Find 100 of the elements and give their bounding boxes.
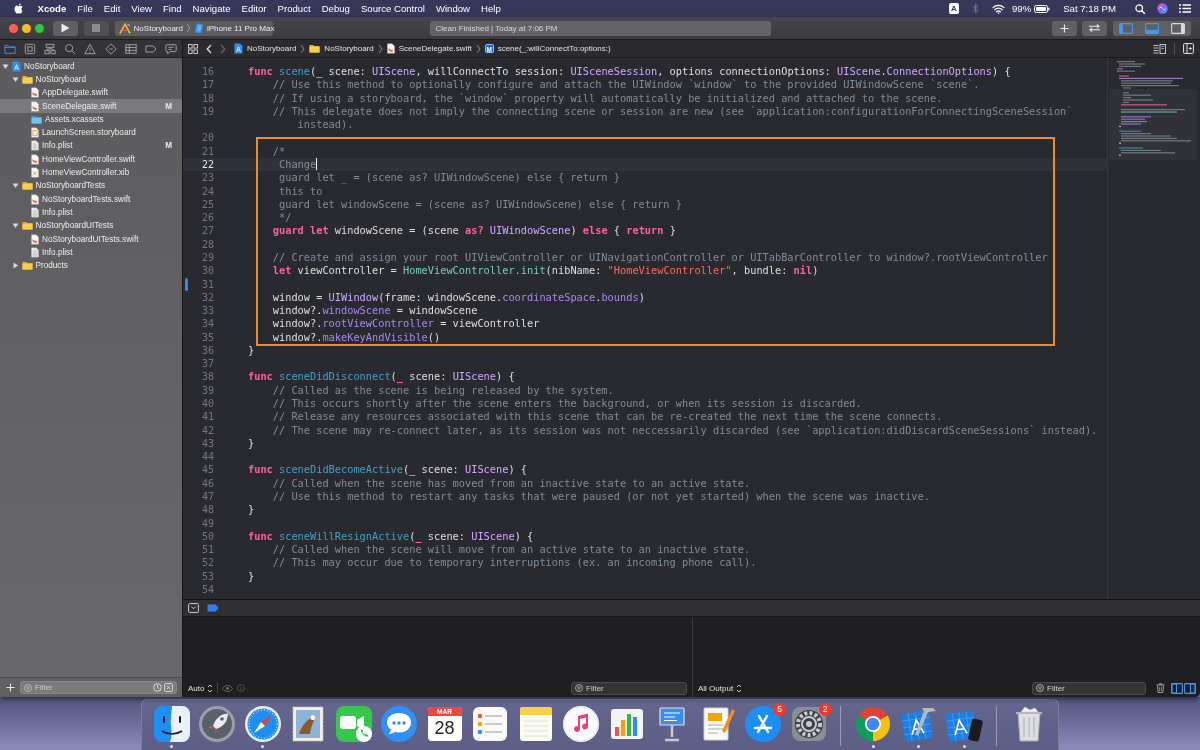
filter-icon: [1036, 684, 1044, 692]
zoom-button[interactable]: [34, 23, 44, 33]
video-camera-icon[interactable]: [334, 705, 373, 743]
filter-input[interactable]: Filter: [1047, 682, 1142, 694]
wifi-icon[interactable]: [992, 3, 1005, 14]
scheme-button[interactable]: NoStoryboard: [118, 22, 183, 34]
code-line: this to: [278, 184, 323, 197]
speech-bubble-icon[interactable]: [380, 705, 418, 743]
navigator-item[interactable]: NoStoryboardTests.swift: [0, 192, 182, 206]
library-button[interactable]: [1052, 20, 1077, 36]
apple-icon[interactable]: [14, 3, 23, 14]
code-line: func sceneDidBecomeActive(_ scene: UIScene) {: [248, 463, 528, 476]
stamp-icon[interactable]: [289, 705, 327, 743]
breadcrumb[interactable]: NoStoryboard: [309, 44, 374, 53]
menu-item[interactable]: Find: [157, 0, 188, 17]
code-line: guard let _ = (scene as? UIWindowScene) else { return }: [278, 171, 620, 184]
list-icon[interactable]: [1179, 4, 1191, 13]
filter-field[interactable]: Filter: [1032, 681, 1146, 695]
navigator-item[interactable]: HomeViewController.xib: [0, 165, 182, 180]
navigator-item[interactable]: Info.plist: [0, 205, 182, 220]
navigator-item[interactable]: Info.plist: [0, 245, 182, 259]
smiling-face-icon[interactable]: [152, 705, 191, 743]
filter-field[interactable]: Filter: [571, 681, 687, 695]
menu-bar-clock[interactable]: Sat 7:18 PM: [1063, 3, 1116, 14]
filter-input[interactable]: Filter: [586, 682, 683, 694]
menu-item[interactable]: File: [71, 0, 99, 17]
stop-button[interactable]: [83, 20, 109, 36]
menu-item[interactable]: Product: [272, 0, 317, 17]
menu-item[interactable]: Editor: [236, 0, 273, 17]
line-number: 41: [200, 410, 214, 424]
chevron-icon: [300, 43, 306, 54]
menu-item[interactable]: Debug: [316, 0, 356, 17]
clear-console-button[interactable]: [1156, 683, 1165, 693]
clock-icon: [153, 683, 162, 692]
menu-item[interactable]: Help: [475, 0, 507, 17]
breadcrumb[interactable]: NoStoryboard: [234, 43, 297, 54]
navigator-item[interactable]: NoStoryboard: [0, 72, 182, 87]
related-items-button[interactable]: [188, 43, 198, 54]
app-menu[interactable]: Xcode: [32, 0, 72, 17]
line-number: 26: [200, 211, 214, 225]
checklist-icon[interactable]: [471, 705, 509, 743]
menu-item[interactable]: Source Control: [355, 0, 431, 17]
navigator-item[interactable]: NoStoryboardUITests: [0, 219, 182, 233]
navigator-item[interactable]: SceneDelegate.swift M: [0, 99, 182, 113]
hammer-blueprint-icon[interactable]: [899, 705, 938, 743]
search-icon[interactable]: [1135, 3, 1145, 14]
back-button[interactable]: [206, 43, 212, 54]
add-file-button[interactable]: [5, 682, 15, 693]
add-editor-button[interactable]: [1183, 43, 1194, 54]
navigator-item[interactable]: Assets.xcassets: [0, 112, 182, 126]
eye-button[interactable]: [222, 684, 234, 692]
left-half-panel-icon[interactable]: [1170, 682, 1183, 694]
line-number: 19: [200, 104, 214, 119]
menu-item[interactable]: Edit: [98, 0, 126, 17]
navigator-item[interactable]: Products: [0, 258, 182, 273]
breadcrumb[interactable]: SceneDelegate.swift: [386, 43, 472, 54]
notification-count: 5: [773, 703, 786, 716]
right-half-panel-icon[interactable]: [1184, 682, 1196, 694]
code-line: }: [248, 343, 255, 356]
menu-item[interactable]: Navigate: [187, 0, 236, 17]
battery-icon[interactable]: [1034, 4, 1051, 13]
navigator-item[interactable]: NoStoryboardTests: [0, 179, 182, 193]
code-line: // Called when the scene will move from an active state to an inactive state.: [271, 543, 751, 556]
rocket-icon[interactable]: [198, 705, 236, 743]
line-number: 33: [200, 304, 214, 318]
project-file-icon: [12, 60, 21, 72]
code-line: // This occurs shortly after the scene enters the background, or when its session is discarded.: [271, 397, 862, 410]
swift-file-icon: [31, 193, 39, 205]
siri-icon[interactable]: [1157, 3, 1168, 14]
code-line: func scene(_ scene: UIScene, willConnectTo session: UISceneSession, options connectionOptions: UIScene.ConnectionOptions) {: [248, 65, 1011, 77]
input-source-indicator[interactable]: A: [949, 3, 959, 14]
line-number: 24: [200, 184, 214, 198]
crossed-strokes-icon[interactable]: [744, 705, 782, 743]
minimize-button[interactable]: [21, 23, 31, 33]
menu-item[interactable]: View: [125, 0, 158, 17]
hide-debug-area-button[interactable]: [188, 603, 199, 613]
navigator-item[interactable]: AppDelegate.swift: [0, 86, 182, 100]
activity-status: Clean Finished | Today at 7:06 PM: [429, 20, 771, 36]
navigator-item[interactable]: NoStoryboard: [0, 59, 182, 73]
navigator-item[interactable]: HomeViewController.swift: [0, 152, 182, 166]
close-button[interactable]: [9, 23, 18, 33]
line-number: 52: [200, 556, 214, 570]
editor-options-button[interactable]: [1153, 43, 1166, 54]
filter-field[interactable]: Filter: [20, 681, 177, 694]
code-line: guard let windowScene = (scene as? UIWindowScene) else { return }: [278, 197, 682, 210]
navigator-item[interactable]: NoStoryboardUITests.swift: [0, 232, 182, 246]
scope-popup[interactable]: Auto: [188, 683, 214, 693]
navigator-item[interactable]: Info.plist M: [0, 139, 182, 153]
navigator-item[interactable]: LaunchScreen.storyboard: [0, 126, 182, 140]
destination-button[interactable]: iPhone 11 Pro Max: [193, 22, 275, 34]
code-review-button[interactable]: [1082, 20, 1107, 36]
output-popup[interactable]: All Output: [698, 683, 743, 693]
list-panel-icon: [1153, 43, 1166, 54]
menu-item[interactable]: Window: [430, 0, 476, 17]
run-button[interactable]: [52, 20, 78, 36]
line-number: 35: [200, 330, 214, 344]
gear-icon[interactable]: [789, 705, 828, 743]
compass-icon[interactable]: [243, 705, 282, 743]
segmented-circle-icon[interactable]: [854, 705, 892, 743]
music-note-icon[interactable]: [562, 705, 600, 743]
